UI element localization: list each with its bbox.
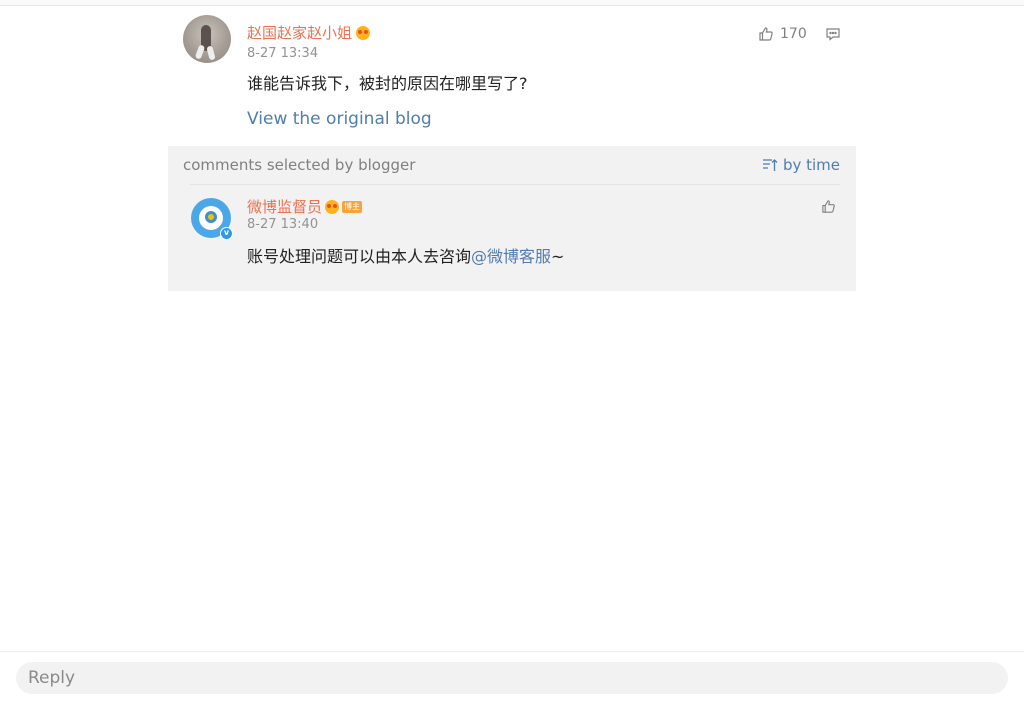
reply-input[interactable]: Reply [16,662,1008,694]
vip-icon [325,199,340,214]
selected-comments-section: comments selected by blogger by time v 微… [168,146,856,291]
sort-icon [762,159,778,171]
reply-button[interactable] [825,26,841,46]
reply-text-suffix: ~ [551,247,565,266]
thumbs-up-icon [759,27,773,41]
bottom-divider [0,651,1024,652]
comment-icon [826,28,840,41]
comment-time: 8-27 13:34 [247,46,319,61]
reply-text-main: 账号处理问题可以由本人去咨询 [247,247,472,266]
vip-icon [356,25,371,40]
like-count: 170 [780,26,807,42]
reply-text: 账号处理问题可以由本人去咨询@微博客服~ [247,243,564,267]
like-button[interactable]: 170 [758,26,807,42]
reply-username[interactable]: 微博监督员 博主 [247,196,363,217]
blogger-avatar[interactable]: v [191,198,233,240]
blogger-tag: 博主 [342,200,363,213]
sort-label: by time [782,156,840,174]
reply-time: 8-27 13:40 [247,217,319,232]
reply-placeholder: Reply [28,668,76,688]
username-label: 赵国赵家赵小姐 [247,24,353,42]
comment-text: 谁能告诉我下，被封的原因在哪里写了? [247,74,528,93]
reply-username-label: 微博监督员 [247,198,323,216]
divider [190,184,840,185]
comment-item: 赵国赵家赵小姐 8-27 13:34 谁能告诉我下，被封的原因在哪里写了? Vi… [168,6,856,146]
section-title: comments selected by blogger [183,156,416,174]
verified-icon: v [220,227,233,240]
view-original-blog-link[interactable]: View the original blog [247,109,432,129]
comment-username[interactable]: 赵国赵家赵小姐 [247,22,371,43]
mention-link[interactable]: @微博客服 [471,247,551,266]
thumbs-up-icon [822,200,835,213]
sort-by-time-button[interactable]: by time [762,156,840,174]
reply-like-button[interactable] [821,199,836,218]
avatar[interactable] [183,15,231,63]
